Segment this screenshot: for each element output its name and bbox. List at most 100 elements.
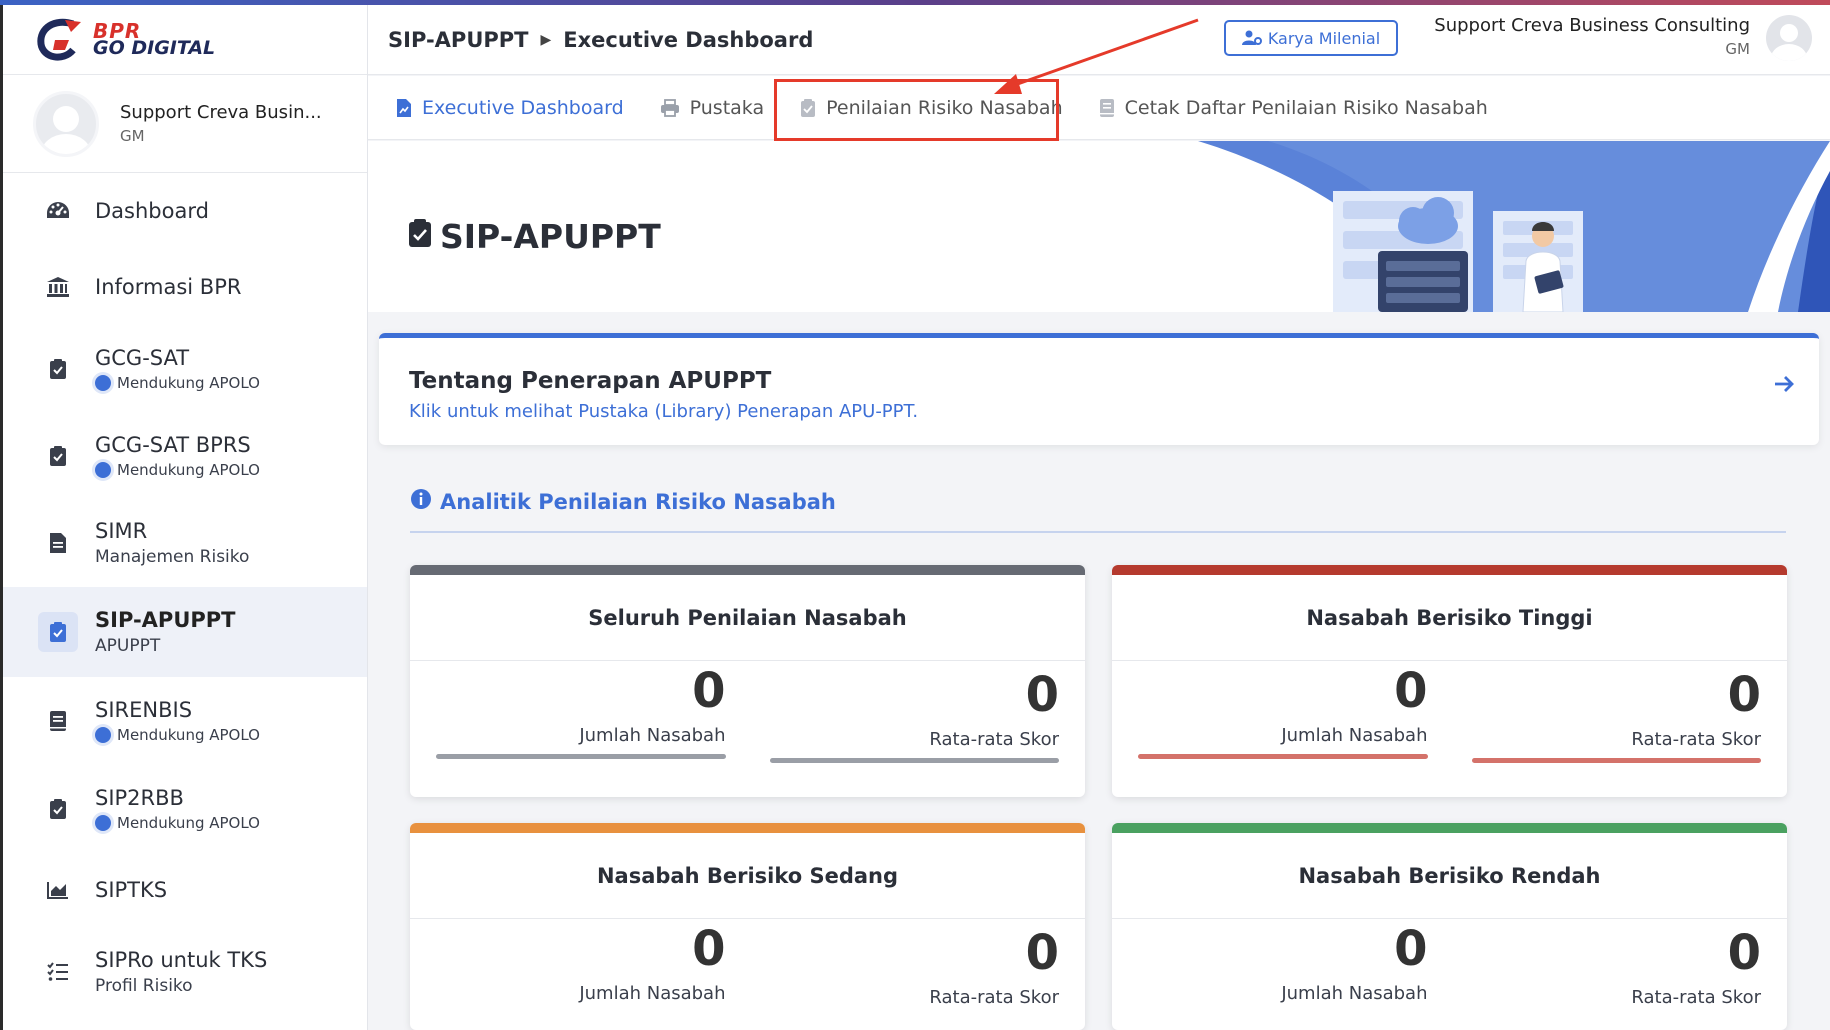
book-icon <box>43 706 73 736</box>
stat-card-tinggi: Nasabah Berisiko Tinggi 0 Jumlah Nasabah … <box>1112 565 1787 797</box>
progress-bar <box>1471 758 1761 763</box>
card-title: Seluruh Penilaian Nasabah <box>410 575 1085 661</box>
breadcrumb-current: Executive Dashboard <box>563 28 814 52</box>
header-user-name: Support Creva Business Consulting <box>1434 15 1750 36</box>
sidebar-item-label: SIP2RBB <box>95 785 184 810</box>
section-divider <box>410 531 1786 533</box>
sidebar-profile[interactable]: Support Creva Busin... GM <box>3 75 367 173</box>
tab-executive-dashboard[interactable]: Executive Dashboard <box>396 76 624 140</box>
clipboard-check-icon <box>43 441 73 471</box>
sidebar-item-siptks[interactable]: SIPTKS <box>3 852 367 928</box>
count-value: 0 <box>692 921 726 977</box>
info-card-link[interactable]: Klik untuk melihat Pustaka (Library) Pen… <box>409 401 918 422</box>
sidebar-item-label: SIPRo untuk TKS <box>95 948 268 972</box>
arrow-right-icon[interactable] <box>1773 374 1795 398</box>
sidebar-item-sipro-tks[interactable]: SIPRo untuk TKS Profil Risiko <box>3 928 367 1016</box>
info-circle-icon <box>410 488 432 515</box>
apolo-badge: Mendukung APOLO <box>95 814 260 832</box>
sidebar-item-label: SIPTKS <box>95 878 168 902</box>
progress-bar <box>769 758 1059 763</box>
user-gear-icon <box>1241 30 1262 45</box>
sidebar-item-gcg-sat-bprs[interactable]: GCG-SAT BPRS Mendukung APOLO <box>3 412 367 499</box>
list-check-icon <box>43 957 73 987</box>
karya-milenial-button[interactable]: Karya Milenial <box>1224 20 1398 56</box>
sidebar-item-dashboard[interactable]: Dashboard <box>3 173 367 249</box>
stat-card-sedang: Nasabah Berisiko Sedang 0 Jumlah Nasabah … <box>410 823 1085 1030</box>
breadcrumb: SIP-APUPPT ▶ Executive Dashboard <box>388 5 813 75</box>
score-label: Rata-rata Skor <box>1631 987 1761 1008</box>
info-card-apuppt[interactable]: Tentang Penerapan APUPPT Klik untuk meli… <box>379 333 1819 445</box>
annotation-arrow-icon <box>994 18 1199 94</box>
document-icon <box>43 528 73 558</box>
sidebar-item-label: SIMR <box>95 519 148 543</box>
info-card-title: Tentang Penerapan APUPPT <box>409 368 772 394</box>
clipboard-check-icon <box>43 354 73 384</box>
tab-pustaka[interactable]: Pustaka <box>660 76 764 140</box>
sidebar-item-informasi-bpr[interactable]: Informasi BPR <box>3 249 367 325</box>
count-label: Jumlah Nasabah <box>1281 983 1428 1004</box>
card-title: Nasabah Berisiko Rendah <box>1112 833 1787 919</box>
card-title: Nasabah Berisiko Sedang <box>410 833 1085 919</box>
progress-bar <box>1138 754 1428 759</box>
sidebar: BPR GO DIGITAL Support Creva Busin... GM… <box>0 5 368 1030</box>
bank-icon <box>43 272 73 302</box>
score-label: Rata-rata Skor <box>929 987 1059 1008</box>
profile-name: Support Creva Busin... <box>120 102 322 123</box>
clipboard-check-icon <box>408 217 432 256</box>
stat-card-rendah: Nasabah Berisiko Rendah 0 Jumlah Nasabah … <box>1112 823 1787 1030</box>
header-user-role: GM <box>1725 40 1750 58</box>
card-top-bar <box>410 565 1085 575</box>
sidebar-nav: Dashboard Informasi BPR GCG-SAT Mendukun… <box>3 173 367 1016</box>
karya-label: Karya Milenial <box>1267 28 1381 48</box>
card-top-bar <box>410 823 1085 833</box>
gauge-icon <box>43 196 73 226</box>
sidebar-item-label: GCG-SAT <box>95 345 190 370</box>
section-heading: Analitik Penilaian Risiko Nasabah <box>410 488 836 515</box>
sidebar-item-label: GCG-SAT BPRS <box>95 432 251 457</box>
profile-role: GM <box>120 127 145 145</box>
sidebar-item-simr[interactable]: SIMR Manajemen Risiko <box>3 499 367 587</box>
avatar[interactable] <box>1766 15 1812 61</box>
logo-mark-icon <box>35 16 89 64</box>
avatar <box>33 90 99 157</box>
logo-line2: GO DIGITAL <box>93 36 216 59</box>
caret-right-icon: ▶ <box>540 32 552 48</box>
sidebar-item-label: Informasi BPR <box>95 275 242 299</box>
score-value: 0 <box>1727 667 1761 723</box>
sidebar-item-label: SIRENBIS <box>95 698 193 722</box>
breadcrumb-item[interactable]: SIP-APUPPT <box>388 28 528 52</box>
chart-file-icon <box>396 98 412 118</box>
card-title: Nasabah Berisiko Tinggi <box>1112 575 1787 661</box>
logo[interactable]: BPR GO DIGITAL <box>3 5 367 75</box>
count-value: 0 <box>1394 663 1428 719</box>
count-value: 0 <box>692 663 726 719</box>
page-banner: SIP-APUPPT <box>368 141 1830 312</box>
header-user[interactable]: Support Creva Business Consulting GM <box>1434 15 1750 58</box>
count-value: 0 <box>1394 921 1428 977</box>
score-value: 0 <box>1727 925 1761 981</box>
area-chart-icon <box>43 875 73 905</box>
clipboard-check-icon <box>38 612 78 652</box>
apolo-badge: Mendukung APOLO <box>95 726 260 744</box>
sidebar-item-subtitle: Manajemen Risiko <box>95 547 250 567</box>
count-label: Jumlah Nasabah <box>579 983 726 1004</box>
sidebar-item-sip2rbb[interactable]: SIP2RBB Mendukung APOLO <box>3 765 367 852</box>
sidebar-item-gcg-sat[interactable]: GCG-SAT Mendukung APOLO <box>3 325 367 412</box>
sidebar-item-sip-apuppt[interactable]: SIP-APUPPT APUPPT <box>3 587 367 677</box>
card-top-bar <box>1112 823 1787 833</box>
count-label: Jumlah Nasabah <box>579 725 726 746</box>
score-value: 0 <box>1025 925 1059 981</box>
printer-icon <box>660 98 680 117</box>
sidebar-item-sirenbis[interactable]: SIRENBIS Mendukung APOLO <box>3 677 367 765</box>
sidebar-item-subtitle: APUPPT <box>95 636 161 656</box>
page-title: SIP-APUPPT <box>408 217 661 256</box>
progress-bar <box>436 754 726 759</box>
score-value: 0 <box>1025 667 1059 723</box>
score-label: Rata-rata Skor <box>929 729 1059 750</box>
apolo-badge: Mendukung APOLO <box>95 374 260 392</box>
clipboard-check-icon <box>43 794 73 824</box>
score-label: Rata-rata Skor <box>1631 729 1761 750</box>
sidebar-item-label: SIP-APUPPT <box>95 608 236 632</box>
sidebar-item-label: Dashboard <box>95 199 209 223</box>
card-top-bar <box>1112 565 1787 575</box>
